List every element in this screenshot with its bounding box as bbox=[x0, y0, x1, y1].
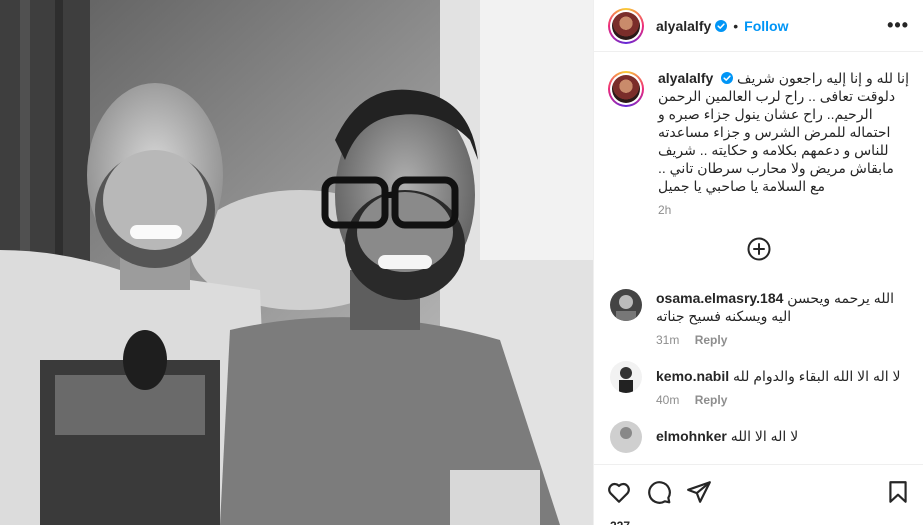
comment-username[interactable]: osama.elmasry.184 bbox=[656, 290, 783, 306]
instagram-post: alyalalfy • Follow ••• alyalalfy إنا لله… bbox=[0, 0, 923, 525]
paper-plane-icon[interactable] bbox=[686, 479, 712, 505]
post-photo[interactable] bbox=[0, 0, 593, 525]
bookmark-icon[interactable] bbox=[885, 479, 911, 505]
verified-badge-icon bbox=[715, 19, 728, 32]
likes-count[interactable]: 227 bbox=[610, 519, 630, 525]
caption-text: إنا لله و إنا إليه راجعون شريف دلوقت تعا… bbox=[658, 70, 909, 194]
post-side-panel: alyalalfy • Follow ••• alyalalfy إنا لله… bbox=[593, 0, 923, 525]
comment-item: elmohnker لا اله الا الله bbox=[594, 407, 923, 453]
separator-dot: • bbox=[733, 17, 739, 34]
comment-avatar[interactable] bbox=[610, 361, 642, 393]
load-more-comments[interactable] bbox=[594, 217, 923, 277]
heart-icon[interactable] bbox=[606, 479, 632, 505]
caption-timestamp[interactable]: 2h bbox=[658, 203, 909, 217]
reply-button[interactable]: Reply bbox=[695, 333, 728, 347]
comment-icon[interactable] bbox=[646, 479, 672, 505]
caption-username[interactable]: alyalalfy bbox=[658, 70, 713, 86]
comment-timestamp[interactable]: 40m bbox=[656, 393, 679, 407]
comment-item: osama.elmasry.184 الله يرحمه ويحسن اليه … bbox=[594, 277, 923, 347]
plus-circle-icon[interactable] bbox=[747, 237, 771, 261]
author-avatar[interactable] bbox=[608, 7, 644, 44]
comment-username[interactable]: kemo.nabil bbox=[656, 368, 729, 384]
caption-avatar[interactable] bbox=[608, 71, 644, 107]
comment-text: لا اله الا الله bbox=[730, 428, 799, 444]
comment-timestamp[interactable]: 31m bbox=[656, 333, 679, 347]
comment-text: لا اله الا الله البقاء والدوام لله bbox=[733, 368, 901, 384]
author-username[interactable]: alyalalfy bbox=[656, 18, 711, 34]
post-header: alyalalfy • Follow ••• bbox=[594, 0, 923, 52]
comment-item: kemo.nabil لا اله الا الله البقاء والدوا… bbox=[594, 347, 923, 407]
follow-button[interactable]: Follow bbox=[744, 18, 788, 34]
comment-avatar[interactable] bbox=[610, 421, 642, 453]
post-action-bar: 227 bbox=[594, 464, 923, 525]
comments-scroll-area[interactable]: alyalalfy إنا لله و إنا إليه راجعون شريف… bbox=[594, 53, 923, 461]
comment-avatar[interactable] bbox=[610, 289, 642, 321]
reply-button[interactable]: Reply bbox=[695, 393, 728, 407]
comment-username[interactable]: elmohnker bbox=[656, 428, 727, 444]
more-options-icon[interactable]: ••• bbox=[887, 15, 909, 36]
post-image bbox=[0, 0, 593, 525]
verified-badge-icon bbox=[721, 72, 734, 84]
post-caption: alyalalfy إنا لله و إنا إليه راجعون شريف… bbox=[594, 53, 923, 217]
